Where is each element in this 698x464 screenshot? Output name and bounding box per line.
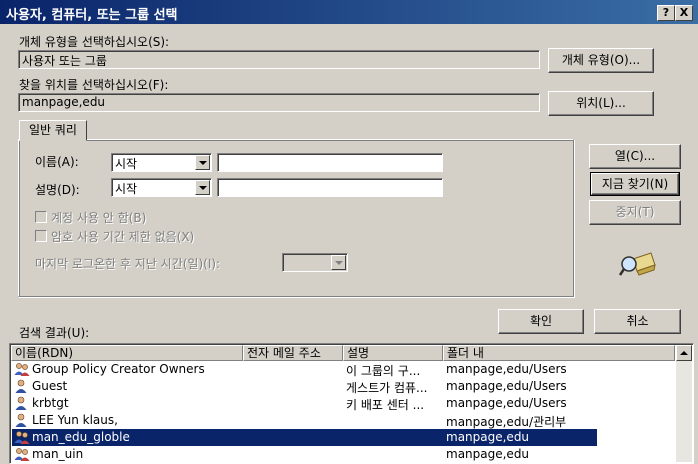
name-input[interactable] bbox=[217, 153, 443, 172]
non-expiring-checkbox bbox=[35, 230, 47, 242]
close-button[interactable]: X bbox=[675, 5, 693, 21]
result-name: man_edu_globle bbox=[32, 430, 130, 444]
result-name: Group Policy Creator Owners bbox=[32, 362, 205, 376]
description-label: 설명(D): bbox=[35, 183, 80, 197]
user-icon bbox=[15, 413, 27, 427]
group-icon bbox=[14, 363, 30, 376]
location-label: 찾을 위치를 선택하십시오(F): bbox=[19, 78, 169, 92]
chevron-down-icon[interactable] bbox=[195, 180, 210, 195]
table-row[interactable]: krbtgt 키 배포 센터 ... manpage,edu/Users bbox=[12, 395, 597, 412]
help-button[interactable]: ? bbox=[657, 5, 675, 21]
cancel-button[interactable]: 취소 bbox=[594, 309, 681, 334]
scroll-up-arrow-icon[interactable] bbox=[676, 345, 692, 361]
columns-button[interactable]: 열(C)... bbox=[589, 144, 681, 169]
find-now-button[interactable]: 지금 찾기(N) bbox=[590, 172, 680, 196]
group-icon bbox=[14, 431, 30, 444]
result-name: Guest bbox=[32, 379, 68, 393]
locations-button[interactable]: 위치(L)... bbox=[548, 91, 654, 116]
tab-common-queries[interactable]: 일반 쿼리 bbox=[19, 120, 87, 141]
column-header-email[interactable]: 전자 메일 주소 bbox=[243, 345, 343, 361]
user-icon bbox=[15, 379, 27, 393]
last-logon-select bbox=[282, 253, 348, 272]
disabled-accounts-checkbox bbox=[35, 211, 47, 223]
column-header-folder[interactable]: 폴더 내 bbox=[443, 345, 675, 361]
name-mode-select[interactable]: 시작 bbox=[111, 153, 212, 172]
column-header-name[interactable]: 이름(RDN) bbox=[11, 345, 243, 361]
result-description: 이 그룹의 구... bbox=[346, 364, 421, 378]
result-folder: manpage,edu/관리부 bbox=[446, 415, 567, 429]
object-type-label: 개체 유형을 선택하십시오(S): bbox=[19, 35, 170, 49]
table-row[interactable]: LEE Yun klaus, manpage,edu/관리부 bbox=[12, 412, 597, 429]
result-folder: manpage,edu bbox=[446, 447, 530, 461]
title-bar: 사용자, 컴퓨터, 또는 그룹 선택 ? X bbox=[0, 0, 698, 24]
disabled-accounts-label: 계정 사용 안 함(B) bbox=[51, 211, 147, 225]
results-list[interactable]: 이름(RDN) 전자 메일 주소 설명 폴더 내 Group Policy Cr… bbox=[9, 343, 694, 464]
chevron-down-icon[interactable] bbox=[195, 155, 210, 170]
table-row[interactable]: man_uin manpage,edu bbox=[12, 446, 597, 463]
column-header-description[interactable]: 설명 bbox=[343, 345, 443, 361]
vertical-scrollbar[interactable] bbox=[676, 345, 692, 462]
object-types-button[interactable]: 개체 유형(O)... bbox=[548, 48, 654, 73]
result-name: LEE Yun klaus, bbox=[32, 413, 118, 427]
last-logon-label: 마지막 로그온한 후 지난 시간(일)(I): bbox=[35, 257, 221, 271]
table-row[interactable]: Guest 게스트가 컴퓨... manpage,edu/Users bbox=[12, 378, 597, 395]
result-name: krbtgt bbox=[32, 396, 69, 410]
result-description: 게스트가 컴퓨... bbox=[346, 381, 428, 395]
ok-button[interactable]: 확인 bbox=[498, 309, 584, 334]
group-icon bbox=[14, 448, 30, 461]
location-field: manpage,edu bbox=[18, 93, 540, 112]
table-row-selected[interactable]: man_edu_globle manpage,edu bbox=[12, 429, 597, 446]
window-title: 사용자, 컴퓨터, 또는 그룹 선택 bbox=[6, 8, 178, 23]
result-description: 키 배포 센터 ... bbox=[346, 398, 425, 412]
result-folder: manpage,edu/Users bbox=[446, 379, 567, 393]
description-input[interactable] bbox=[217, 178, 443, 197]
results-label: 검색 결과(U): bbox=[19, 326, 90, 340]
description-mode-value: 시작 bbox=[115, 182, 138, 196]
result-folder: manpage,edu/Users bbox=[446, 362, 567, 376]
result-folder: manpage,edu/Users bbox=[446, 396, 567, 410]
name-mode-value: 시작 bbox=[115, 157, 138, 171]
object-type-field: 사용자 또는 그룹 bbox=[18, 50, 540, 69]
name-label: 이름(A): bbox=[35, 155, 79, 169]
search-flashlight-icon bbox=[619, 252, 656, 276]
stop-button: 중지(T) bbox=[589, 200, 681, 225]
result-folder: manpage,edu bbox=[446, 430, 530, 444]
user-icon bbox=[15, 396, 27, 410]
result-name: man_uin bbox=[32, 447, 84, 461]
non-expiring-label: 암호 사용 기간 제한 없음(X) bbox=[51, 230, 195, 244]
description-mode-select[interactable]: 시작 bbox=[111, 178, 212, 197]
table-row[interactable]: Group Policy Creator Owners 이 그룹의 구... m… bbox=[12, 361, 597, 378]
chevron-down-icon bbox=[331, 255, 346, 270]
